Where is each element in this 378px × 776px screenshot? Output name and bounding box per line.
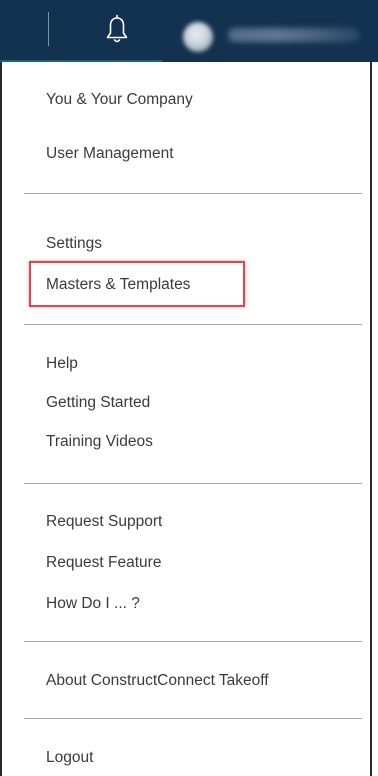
menu-item-request-support[interactable]: Request Support xyxy=(46,512,162,532)
menu-item-about[interactable]: About ConstructConnect Takeoff xyxy=(46,671,269,691)
menu-item-logout[interactable]: Logout xyxy=(46,748,93,768)
menu-item-training-videos[interactable]: Training Videos xyxy=(46,432,153,452)
menu-separator xyxy=(24,483,362,484)
top-navigation-bar xyxy=(0,0,378,62)
menu-item-request-feature[interactable]: Request Feature xyxy=(46,553,161,573)
menu-separator xyxy=(24,193,362,194)
account-dropdown-menu: You & Your Company User Management Setti… xyxy=(0,62,372,776)
menu-separator xyxy=(24,718,362,719)
menu-separator xyxy=(24,324,362,325)
menu-item-you-and-your-company[interactable]: You & Your Company xyxy=(46,90,193,110)
user-name-blurred[interactable] xyxy=(228,28,360,42)
bell-icon[interactable] xyxy=(104,14,130,48)
menu-item-help[interactable]: Help xyxy=(46,354,78,374)
menu-item-user-management[interactable]: User Management xyxy=(46,144,174,164)
user-avatar-icon[interactable] xyxy=(183,22,213,52)
menu-item-settings[interactable]: Settings xyxy=(46,234,102,254)
header-divider xyxy=(48,12,49,46)
menu-separator xyxy=(24,641,362,642)
highlight-box xyxy=(29,261,245,307)
menu-item-how-do-i[interactable]: How Do I ... ? xyxy=(46,594,140,614)
menu-item-getting-started[interactable]: Getting Started xyxy=(46,393,150,413)
